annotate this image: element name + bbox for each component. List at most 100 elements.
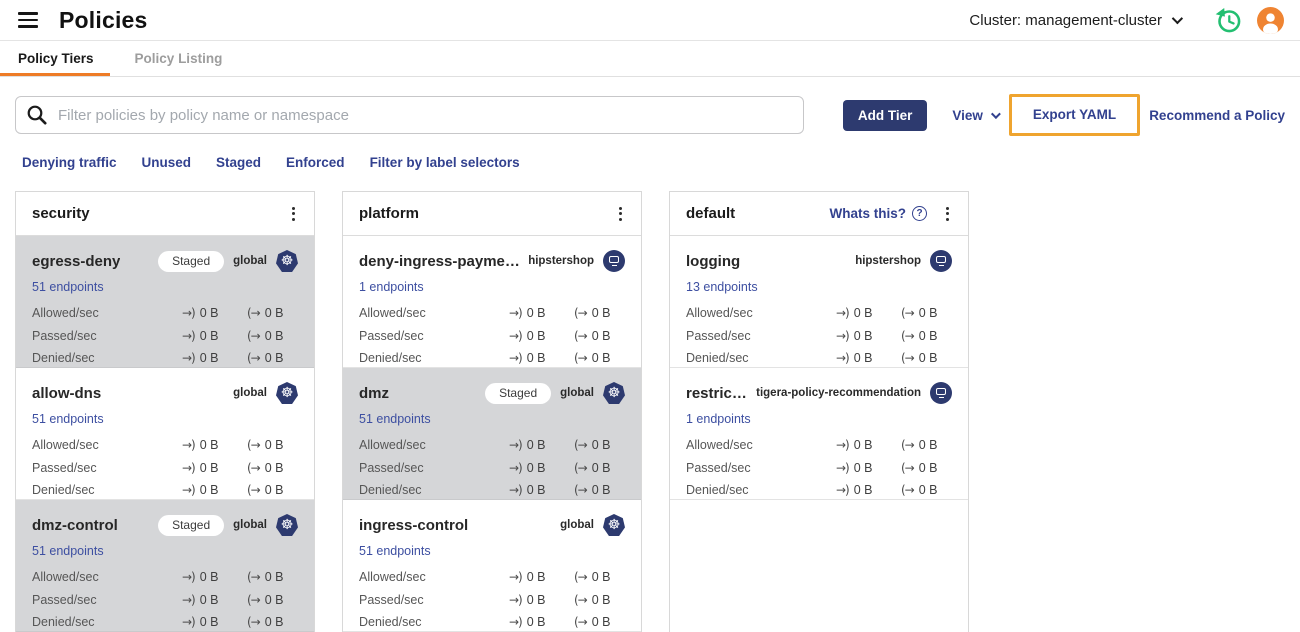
tier-menu-kebab-icon[interactable] <box>941 204 954 224</box>
tier-name: platform <box>359 205 419 222</box>
tier-menu-kebab-icon[interactable] <box>287 204 300 224</box>
egress-value: 0 B <box>264 483 284 498</box>
endpoints-link[interactable]: 51 endpoints <box>359 544 431 558</box>
tier-menu-kebab-icon[interactable] <box>614 204 627 224</box>
policy-card-top: ingress-control global ☸ <box>359 513 625 537</box>
metric-values: →) 0 B (→ 0 B <box>182 593 298 607</box>
metric-values: →) 0 B (→ 0 B <box>836 461 952 475</box>
policy-card[interactable]: dmz Staged global ☸ 51 endpoints Allowed/sec →… <box>343 368 641 500</box>
namespace-scope-icon <box>603 250 625 272</box>
ingress-value-group: →) 0 B <box>509 461 560 475</box>
metric-values: →) 0 B (→ 0 B <box>509 461 625 475</box>
chevron-down-icon <box>990 108 1001 119</box>
ingress-arrow-icon: →) <box>182 592 196 607</box>
namespace-scope-icon-glyph <box>936 255 946 264</box>
policy-card[interactable]: egress-deny Staged global ☸ 51 endpoints Allo… <box>16 236 314 368</box>
filter-enforced[interactable]: Enforced <box>286 155 345 170</box>
global-scope-kubernetes-icon: ☸ <box>603 514 625 536</box>
egress-value-group: (→ 0 B <box>901 329 952 343</box>
tab-policy-listing[interactable]: Policy Listing <box>133 41 225 76</box>
tier-name: default <box>686 205 736 222</box>
ingress-value-group: →) 0 B <box>182 593 233 607</box>
metric-row: Passed/sec →) 0 B (→ 0 B <box>32 457 298 480</box>
ingress-arrow-icon: →) <box>509 460 523 475</box>
policy-card[interactable]: restricted tigera-policy-recommendation 1 … <box>670 368 968 500</box>
filter-by-label-selectors[interactable]: Filter by label selectors <box>370 155 520 170</box>
egress-arrow-icon: (→ <box>574 483 588 498</box>
cluster-selector[interactable]: Cluster: management-cluster <box>969 12 1184 29</box>
policy-name: deny-ingress-paymentservi... <box>359 252 520 270</box>
ingress-arrow-icon: →) <box>836 351 850 366</box>
add-tier-button[interactable]: Add Tier <box>842 99 928 131</box>
egress-value: 0 B <box>264 438 284 453</box>
global-scope-kubernetes-icon: ☸ <box>276 382 298 404</box>
metric-row: Denied/sec →) 0 B (→ 0 B <box>359 347 625 370</box>
recommend-policy-button[interactable]: Recommend a Policy <box>1149 108 1285 123</box>
export-yaml-button[interactable]: Export YAML <box>1008 94 1141 136</box>
tier-column-default: default Whats this? ? logging hipstershop… <box>669 191 969 632</box>
ingress-arrow-icon: →) <box>182 438 196 453</box>
filter-denying-traffic[interactable]: Denying traffic <box>22 155 117 170</box>
metric-row: Allowed/sec →) 0 B (→ 0 B <box>359 434 625 457</box>
policy-card[interactable]: logging hipstershop 13 endpoints Allowed/se… <box>670 236 968 368</box>
ingress-value: 0 B <box>853 438 873 453</box>
metric-label: Allowed/sec <box>32 438 99 453</box>
history-icon[interactable] <box>1214 6 1242 34</box>
ingress-value: 0 B <box>526 483 546 498</box>
metric-label: Passed/sec <box>359 328 424 343</box>
policy-card-top: deny-ingress-paymentservi... hipstershop <box>359 249 625 273</box>
global-scope-kubernetes-icon: ☸ <box>276 250 298 272</box>
endpoints-link[interactable]: 51 endpoints <box>32 412 104 426</box>
ingress-value-group: →) 0 B <box>836 461 887 475</box>
policy-filter-input[interactable] <box>15 96 804 134</box>
metric-label: Denied/sec <box>686 351 749 366</box>
egress-value-group: (→ 0 B <box>247 593 298 607</box>
tier-cards: egress-deny Staged global ☸ 51 endpoints Allo… <box>16 236 314 632</box>
metric-label: Passed/sec <box>32 592 97 607</box>
endpoints-link[interactable]: 51 endpoints <box>32 280 104 294</box>
filter-unused[interactable]: Unused <box>142 155 192 170</box>
tier-cards: deny-ingress-paymentservi... hipstershop 1… <box>343 236 641 632</box>
view-dropdown-button[interactable]: View <box>952 108 1001 123</box>
egress-value-group: (→ 0 B <box>247 570 298 584</box>
ingress-value: 0 B <box>199 351 219 366</box>
metric-label: Denied/sec <box>359 615 422 630</box>
egress-arrow-icon: (→ <box>574 592 588 607</box>
endpoints-link[interactable]: 51 endpoints <box>32 544 104 558</box>
app-header: Policies Cluster: management-cluster <box>0 0 1300 40</box>
tab-policy-tiers[interactable]: Policy Tiers <box>0 41 110 76</box>
policy-card[interactable]: deny-ingress-paymentservi... hipstershop 1… <box>343 236 641 368</box>
ingress-value-group: →) 0 B <box>836 483 887 497</box>
policy-name: allow-dns <box>32 384 102 402</box>
policy-card[interactable]: allow-dns global ☸ 51 endpoints Allowed/sec →… <box>16 368 314 500</box>
ingress-value: 0 B <box>199 615 219 630</box>
egress-value: 0 B <box>918 351 938 366</box>
staged-badge: Staged <box>158 250 225 272</box>
filter-staged[interactable]: Staged <box>216 155 261 170</box>
endpoints-link[interactable]: 1 endpoints <box>359 280 424 294</box>
ingress-value-group: →) 0 B <box>509 306 560 320</box>
endpoints-link[interactable]: 1 endpoints <box>686 412 751 426</box>
tier-board: security egress-deny Staged global ☸ 51 endp… <box>0 170 1300 632</box>
policy-card[interactable]: ingress-control global ☸ 51 endpoints Allowe… <box>343 500 641 632</box>
ingress-value-group: →) 0 B <box>509 483 560 497</box>
egress-arrow-icon: (→ <box>574 615 588 630</box>
egress-value: 0 B <box>918 438 938 453</box>
egress-arrow-icon: (→ <box>574 460 588 475</box>
metric-label: Denied/sec <box>32 615 95 630</box>
policy-card-top: restricted tigera-policy-recommendation <box>686 381 952 405</box>
user-avatar-icon[interactable] <box>1256 6 1284 34</box>
egress-arrow-icon: (→ <box>247 460 261 475</box>
endpoints-link[interactable]: 51 endpoints <box>359 412 431 426</box>
metric-values: →) 0 B (→ 0 B <box>836 483 952 497</box>
whats-this-link[interactable]: Whats this? ? <box>830 206 927 221</box>
menu-icon[interactable] <box>16 10 40 30</box>
endpoints-link[interactable]: 13 endpoints <box>686 280 758 294</box>
egress-value-group: (→ 0 B <box>901 306 952 320</box>
tier-header: platform <box>343 192 641 236</box>
policy-card[interactable]: dmz-control Staged global ☸ 51 endpoints Allo… <box>16 500 314 632</box>
ingress-arrow-icon: →) <box>836 438 850 453</box>
egress-value: 0 B <box>918 306 938 321</box>
metric-row: Denied/sec →) 0 B (→ 0 B <box>32 347 298 370</box>
ingress-value: 0 B <box>199 570 219 585</box>
